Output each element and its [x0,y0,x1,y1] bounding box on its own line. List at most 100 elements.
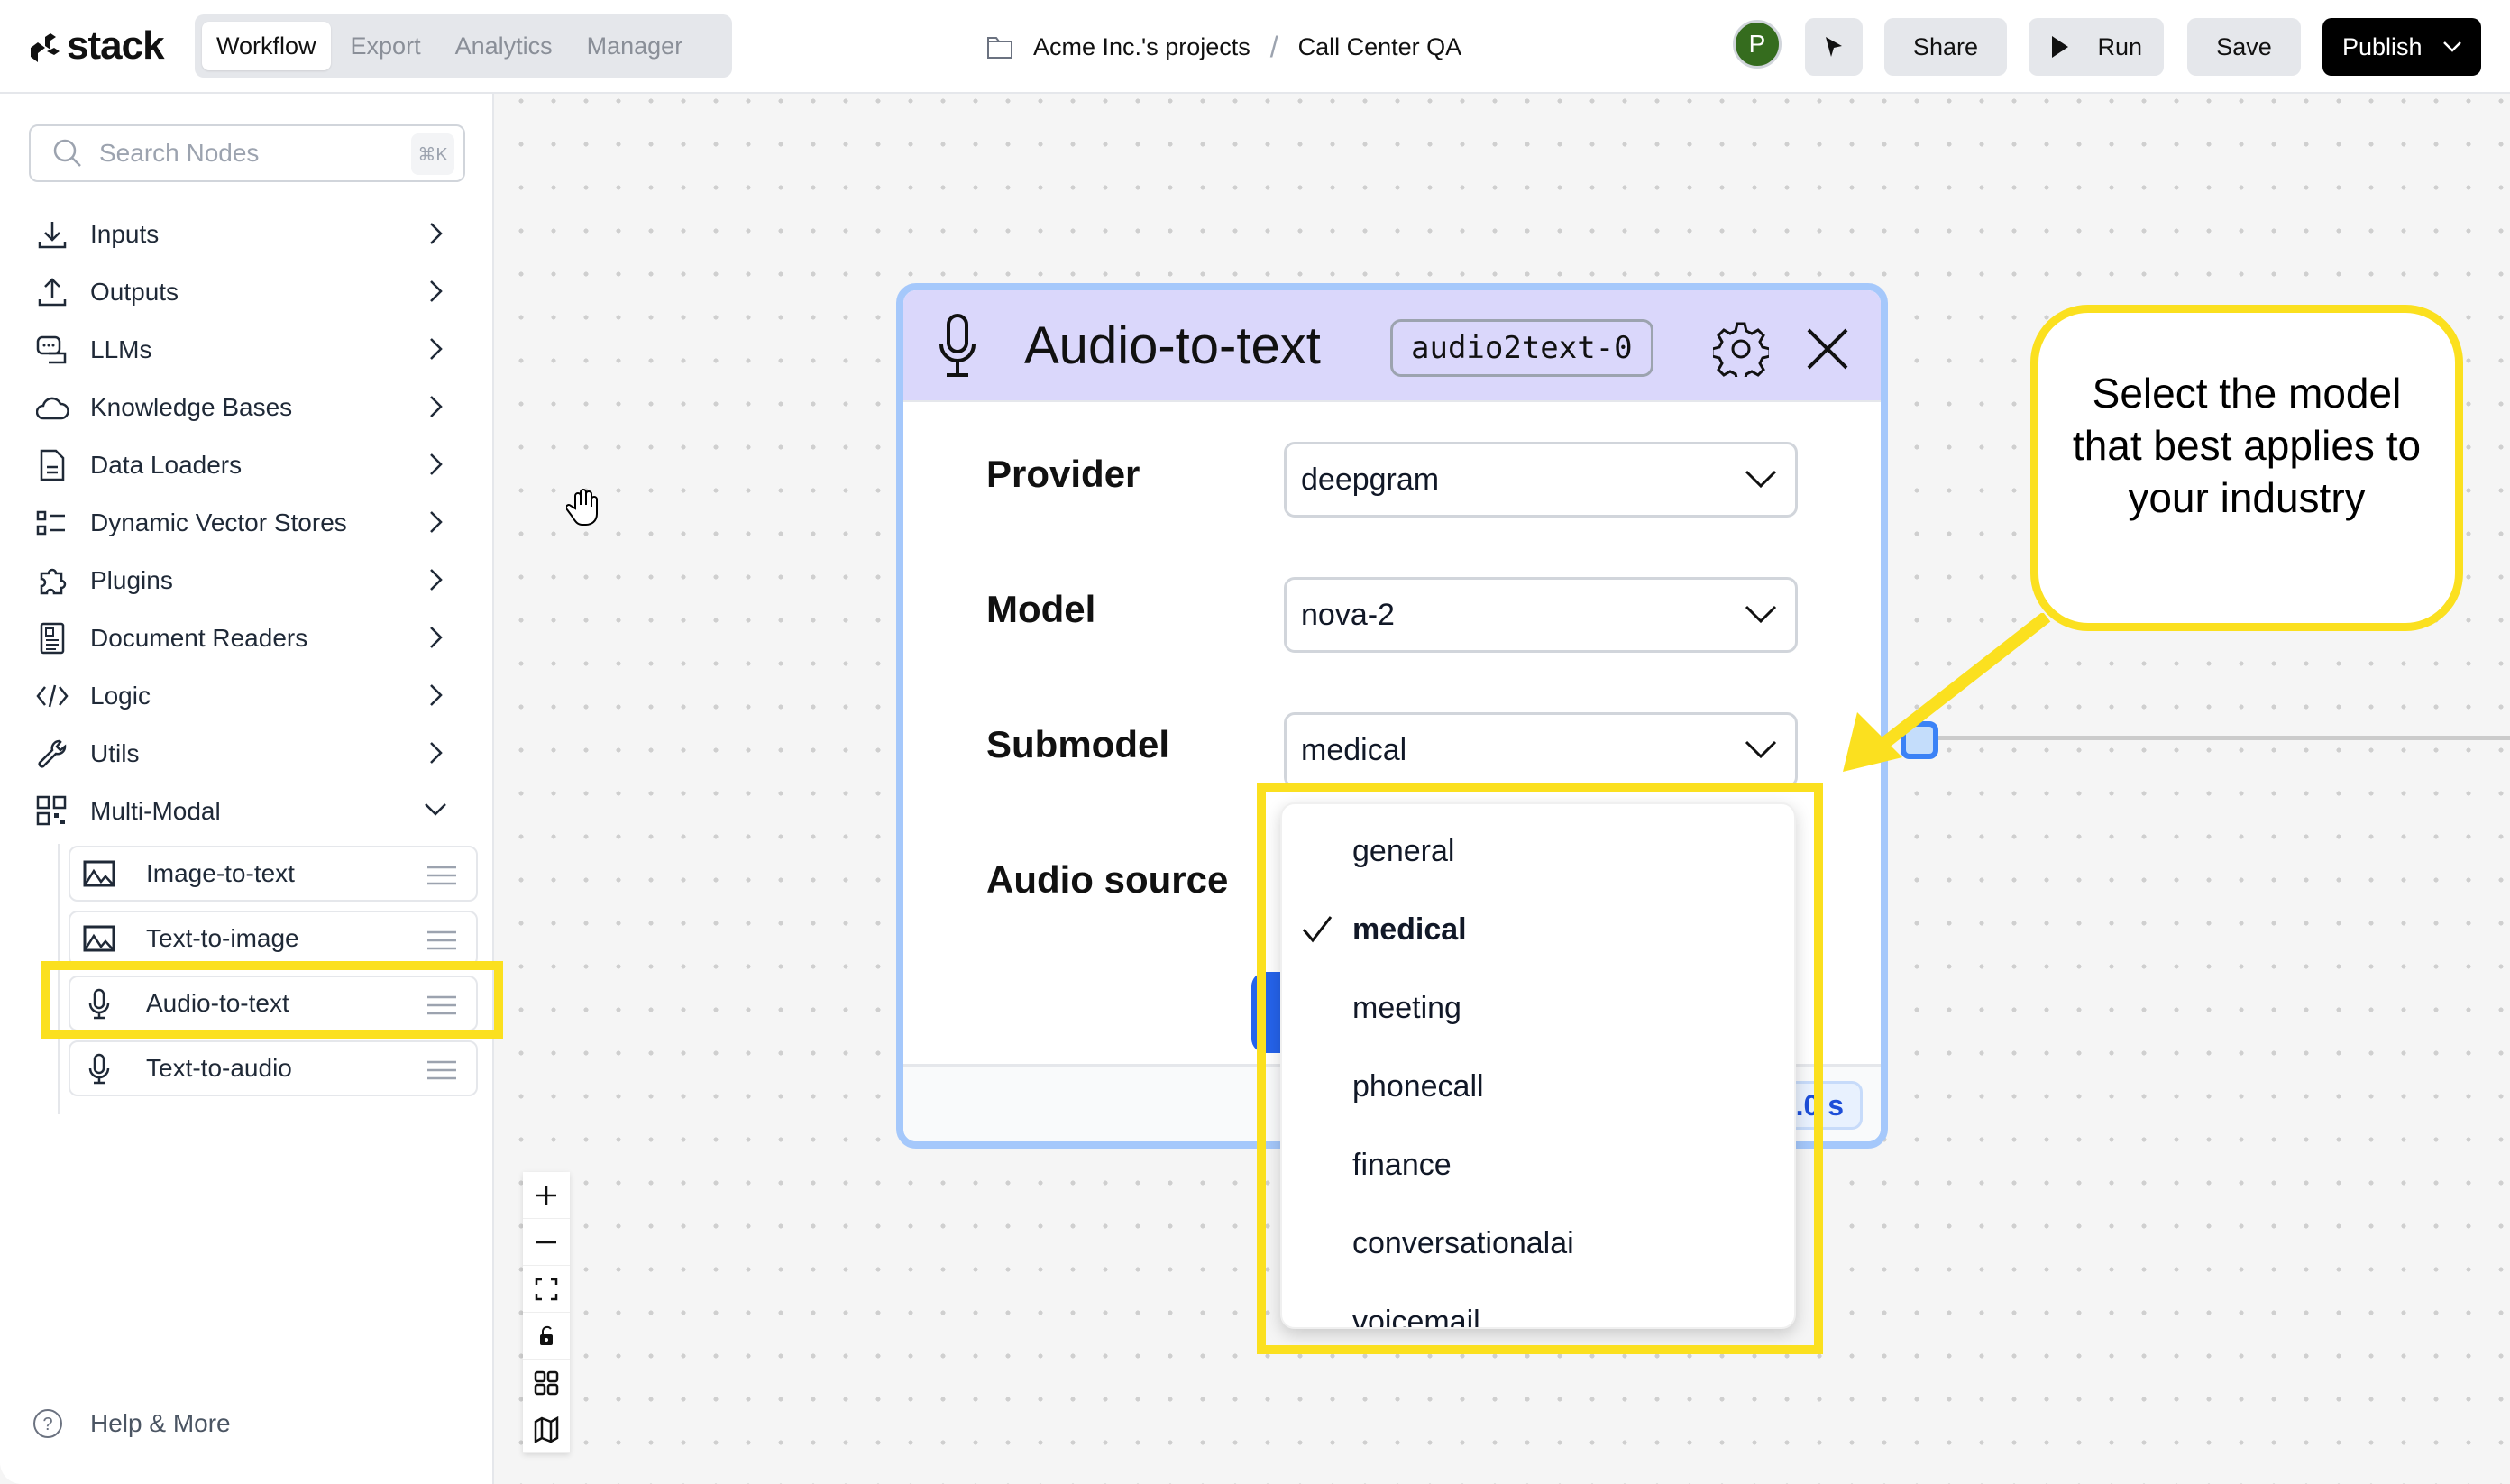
grid-icon [534,1370,559,1395]
sidebar-category-label: Utils [90,739,140,767]
map-icon [534,1415,559,1443]
chevron-right-icon[interactable] [424,453,447,481]
sidebar-category-utils[interactable]: Utils [36,728,465,779]
document-icon [36,449,69,481]
model-select[interactable]: nova-2 [1284,577,1798,653]
sidebar-category-label: Logic [90,682,151,710]
help-and-more-link[interactable]: ? Help & More [32,1408,231,1439]
sidebar-category-label: Data Loaders [90,451,243,479]
sidebar-category-label: Multi-Modal [90,797,221,825]
chevron-right-icon[interactable] [424,741,447,769]
sidebar-category-label: LLMs [90,335,152,363]
drag-handle-icon[interactable] [427,866,456,890]
tab-export[interactable]: Export [336,22,435,70]
sidebar-category-label: Plugins [90,566,173,594]
main-tabs: Workflow Export Analytics Manager [195,14,732,78]
sidebar-category-dynamic-vector-stores[interactable]: Dynamic Vector Stores [36,498,465,548]
minus-icon [536,1241,556,1243]
sidebar-category-inputs[interactable]: Inputs [36,209,465,260]
chevron-right-icon[interactable] [424,222,447,250]
hand-cursor-icon [564,487,602,531]
gear-icon[interactable] [1713,321,1769,377]
top-bar: stack Workflow Export Analytics Manager … [0,0,2510,94]
image-icon [83,922,115,955]
tab-workflow[interactable]: Workflow [202,22,331,70]
zoom-in-button[interactable] [523,1172,570,1219]
stack-logo-icon [31,33,60,62]
chevron-right-icon[interactable] [424,568,447,596]
help-label: Help & More [90,1409,231,1437]
minimap-button[interactable] [523,1406,570,1453]
chevron-down-icon[interactable] [424,799,447,827]
user-avatar[interactable]: P [1733,20,1782,69]
sidebar-category-label: Inputs [90,220,160,248]
code-icon [36,680,69,712]
provider-select[interactable]: deepgram [1284,442,1798,518]
logo-text: stack [67,23,165,68]
image-icon [83,857,115,890]
node-item-label: Text-to-audio [146,1054,292,1082]
sidebar-category-multi-modal[interactable]: Multi-Modal [36,786,465,837]
node-item-text-to-image[interactable]: Text-to-image [69,911,478,966]
node-item-text-to-audio[interactable]: Text-to-audio [69,1040,478,1096]
sidebar-category-plugins[interactable]: Plugins [36,555,465,606]
chevron-right-icon[interactable] [424,337,447,365]
zoom-out-button[interactable] [523,1219,570,1266]
help-icon: ? [33,1409,62,1438]
sidebar-category-outputs[interactable]: Outputs [36,267,465,317]
canvas-controls [523,1172,570,1453]
share-button[interactable]: Share [1884,18,2007,76]
sidebar-category-logic[interactable]: Logic [36,671,465,721]
upload-icon [36,276,69,308]
chevron-right-icon[interactable] [424,626,447,654]
chevron-right-icon[interactable] [424,395,447,423]
breadcrumb-separator: / [1269,30,1278,63]
highlight-box-audio-to-text [41,961,503,1039]
publish-button[interactable]: Publish [2322,18,2481,76]
node-id-badge[interactable]: audio2text-0 [1390,319,1653,377]
newspaper-icon [36,622,69,655]
sidebar-category-label: Dynamic Vector Stores [90,508,347,536]
run-button[interactable]: Run [2029,18,2164,76]
lock-button[interactable] [523,1313,570,1360]
sidebar-category-data-loaders[interactable]: Data Loaders [36,440,465,490]
chevron-right-icon[interactable] [424,683,447,711]
tab-analytics[interactable]: Analytics [441,22,567,70]
breadcrumb-project[interactable]: Acme Inc.'s projects [1033,33,1250,61]
unlock-icon [540,1325,553,1345]
folder-icon [987,37,1012,59]
grid-button[interactable] [523,1360,570,1406]
chevron-down-icon [1745,740,1777,759]
sidebar-category-document-readers[interactable]: Document Readers [36,613,465,664]
save-button[interactable]: Save [2187,18,2301,76]
tab-manager[interactable]: Manager [573,22,698,70]
stack-logo[interactable]: stack [27,23,165,69]
submodel-value: medical [1301,732,1407,767]
drag-handle-icon[interactable] [427,930,456,955]
search-shortcut-badge: ⌘K [411,133,454,175]
sidebar-category-llms[interactable]: LLMs [36,325,465,375]
chevron-right-icon[interactable] [424,279,447,307]
search-icon [53,139,81,167]
breadcrumb-workflow[interactable]: Call Center QA [1298,33,1462,61]
node-header[interactable]: Audio-to-text audio2text-0 [903,290,1881,402]
download-icon [36,218,69,251]
provider-value: deepgram [1301,462,1440,497]
list-icon [36,507,69,539]
annotation-arrow-icon [1843,613,2051,772]
cursor-arrow-icon [1826,37,1842,57]
drag-handle-icon[interactable] [427,1060,456,1085]
submodel-select[interactable]: medical [1284,712,1798,788]
qr-grid-icon [36,795,69,828]
close-icon[interactable] [1805,326,1850,371]
chevron-down-icon[interactable] [2442,41,2462,53]
submodel-label: Submodel [986,723,1170,765]
node-item-image-to-text[interactable]: Image-to-text [69,846,478,902]
fit-view-button[interactable] [523,1266,570,1313]
puzzle-icon [36,564,69,597]
cursor-mode-button[interactable] [1805,18,1863,76]
sidebar-category-knowledge-bases[interactable]: Knowledge Bases [36,382,465,433]
search-nodes-input[interactable]: Search Nodes ⌘K [29,124,465,182]
chevron-right-icon[interactable] [424,510,447,538]
run-label: Run [2097,32,2142,60]
